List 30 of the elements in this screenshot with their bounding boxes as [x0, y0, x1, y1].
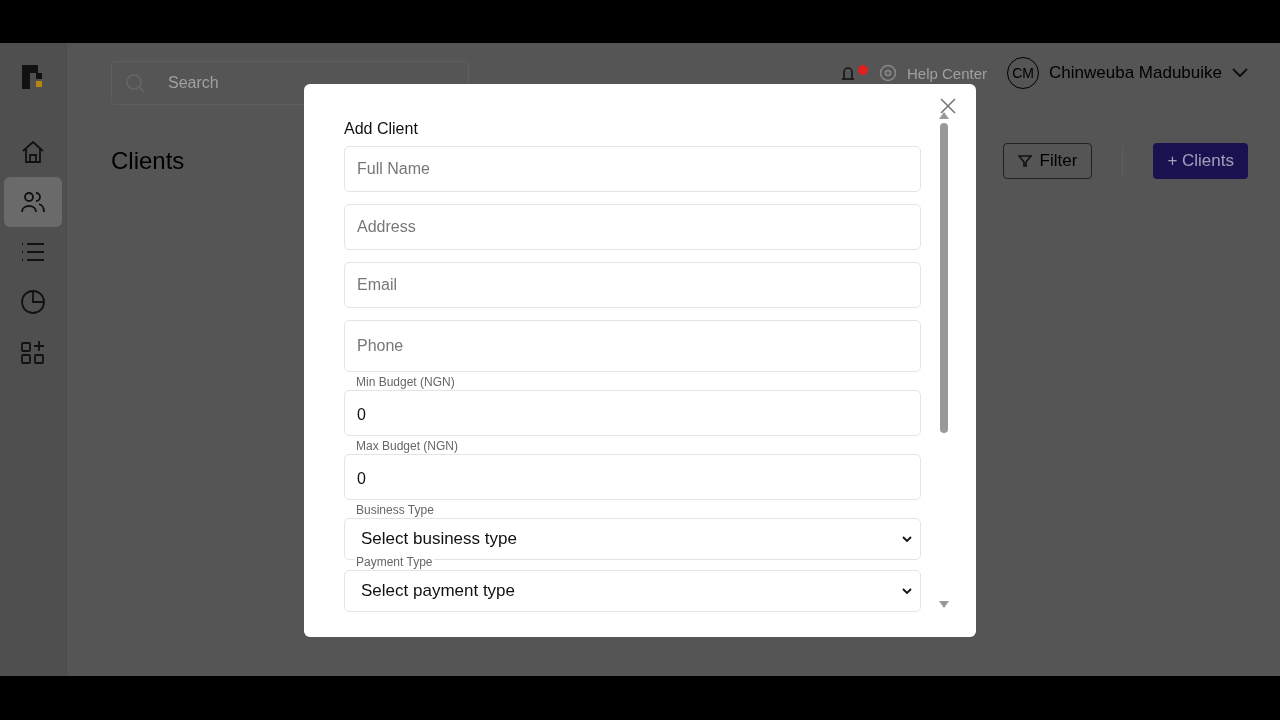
add-widget-icon	[20, 339, 46, 365]
field-label: Max Budget (NGN)	[355, 439, 460, 453]
dialog-title: Add Client	[344, 120, 419, 138]
input-field[interactable]: Address	[344, 204, 921, 250]
pie-chart-icon	[20, 289, 46, 315]
scroll-up-icon[interactable]	[939, 112, 949, 119]
input-field[interactable]: 0	[344, 390, 921, 436]
chevron-down-icon	[902, 587, 912, 595]
field-label: Payment Type	[355, 555, 434, 569]
input-field[interactable]: Full Name	[344, 146, 921, 192]
scrollbar[interactable]	[939, 112, 949, 608]
nav-item[interactable]	[4, 177, 62, 227]
page-title: Clients	[111, 147, 185, 175]
add-clients-button[interactable]: + Clients	[1153, 143, 1248, 179]
home-icon	[20, 139, 46, 165]
input-field[interactable]: Email	[344, 262, 921, 308]
select-field[interactable]: Select payment type	[344, 570, 921, 612]
logo-icon	[22, 65, 44, 89]
input-field[interactable]: 0	[344, 454, 921, 500]
scroll-down-icon[interactable]	[939, 601, 949, 608]
users-icon	[20, 189, 46, 215]
chevron-down-icon	[902, 535, 912, 543]
field-label: Min Budget (NGN)	[355, 375, 456, 389]
help-icon[interactable]	[879, 64, 897, 82]
close-button[interactable]	[938, 96, 958, 116]
chevron-down-icon[interactable]	[1232, 68, 1248, 78]
scrollbar-thumb[interactable]	[940, 123, 948, 433]
filter-icon	[1017, 154, 1032, 168]
field-label: Business Type	[355, 503, 435, 517]
input-field[interactable]: Phone	[344, 320, 921, 372]
